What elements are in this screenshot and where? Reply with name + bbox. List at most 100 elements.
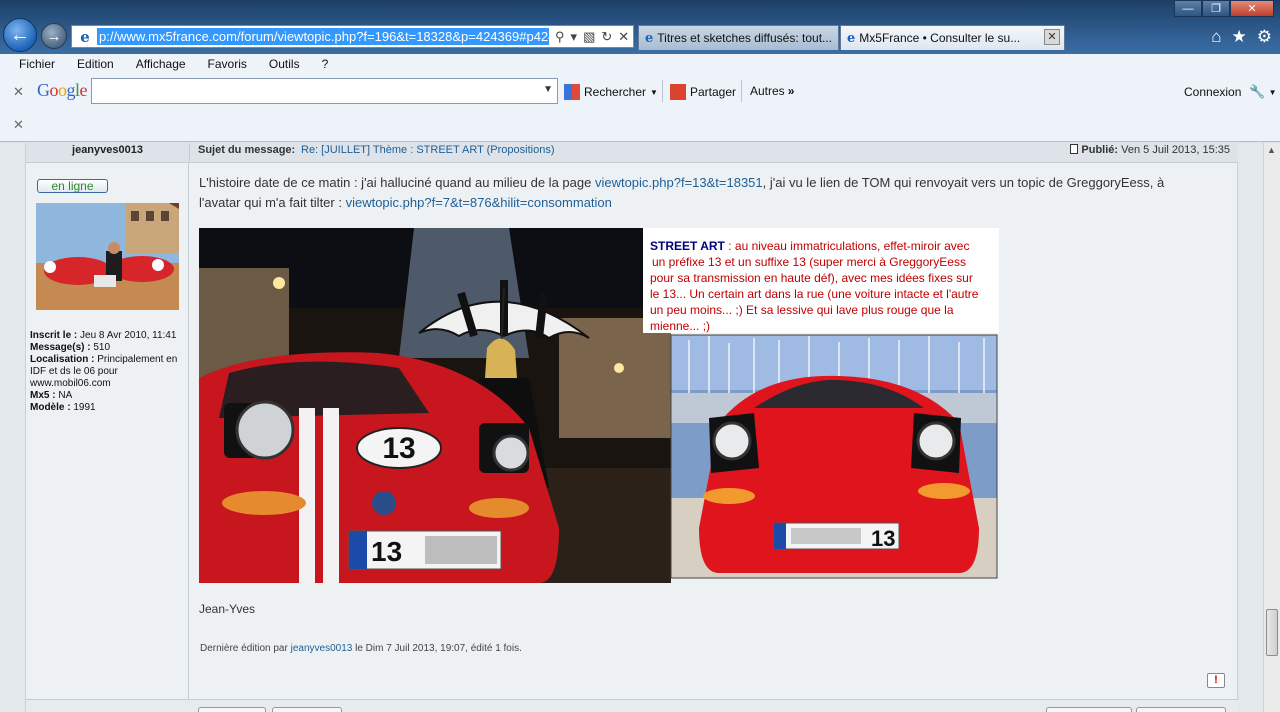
- secondary-toolbar: ✕: [0, 109, 1280, 142]
- close-window-button[interactable]: ✕: [1230, 0, 1274, 17]
- caption-line-5: un peu moins... ;) Et sa lessive qui lav…: [650, 303, 954, 317]
- caption-line-6: mienne... ;): [650, 319, 710, 333]
- tab-title: Titres et sketches diffusés: tout...: [657, 31, 833, 45]
- ie-page-icon: e: [80, 27, 90, 46]
- message-button[interactable]: [272, 707, 342, 712]
- post-image: 13 13 STREET ART : au niveau immatricula…: [199, 228, 999, 583]
- menu-help[interactable]: ?: [322, 57, 329, 71]
- tab-mx5france[interactable]: e Mx5France • Consulter le su... ✕: [840, 25, 1065, 50]
- minimize-button[interactable]: —: [1174, 0, 1202, 17]
- edit-author-link[interactable]: jeanyves0013: [291, 643, 353, 654]
- caption-title: STREET ART: [650, 239, 726, 253]
- share-button-label: Partager: [690, 85, 737, 99]
- subject-label: Sujet du message:: [198, 144, 296, 156]
- tab-titres-sketches[interactable]: e Titres et sketches diffusés: tout...: [638, 25, 839, 50]
- avatar: [36, 203, 179, 310]
- arrow-right-icon: →: [46, 27, 62, 45]
- post-author-name[interactable]: jeanyves0013: [26, 143, 189, 163]
- stop-icon[interactable]: ✕: [618, 29, 629, 45]
- author-column: en ligne Inscrit le: Jeu 8 Avr 2010, 11…: [26, 163, 189, 712]
- plate-left: 13: [371, 536, 402, 567]
- profile-messages-label: Message(s) :: [30, 342, 91, 353]
- wrench-icon[interactable]: 🔧: [1249, 84, 1265, 100]
- browser-titlebar: ← → e p://www.mx5france.com/forum/viewto…: [0, 0, 1280, 54]
- gear-icon[interactable]: ⚙: [1257, 27, 1272, 47]
- chevron-down-icon[interactable]: ▼: [1269, 88, 1277, 97]
- arrow-left-icon: ←: [10, 23, 30, 46]
- toolbar-separator: [741, 80, 742, 102]
- back-button[interactable]: ←: [3, 18, 37, 52]
- url-input[interactable]: p://www.mx5france.com/forum/viewtopic.ph…: [97, 28, 549, 45]
- menu-affichage[interactable]: Affichage: [136, 57, 186, 71]
- compat-view-icon[interactable]: ▧: [583, 29, 595, 45]
- chevron-down-icon[interactable]: ▼: [543, 84, 553, 95]
- subject-link[interactable]: Re: [JUILLET] Thème : STREET ART (Propos…: [301, 143, 555, 157]
- warning-icon: !: [1214, 674, 1218, 686]
- ie-tab-icon: e: [645, 30, 654, 46]
- address-bar[interactable]: e p://www.mx5france.com/forum/viewtopic.…: [71, 25, 634, 48]
- post-body: L'histoire date de ce matin : j'ai hallu…: [199, 173, 1209, 213]
- menu-favoris[interactable]: Favoris: [208, 57, 247, 71]
- browser-right-icons: ⌂ ★ ⚙: [1211, 27, 1272, 47]
- share-button[interactable]: Partager: [670, 84, 736, 100]
- signature: Jean-Yves: [199, 602, 256, 616]
- google-search-input[interactable]: ▼: [91, 78, 558, 104]
- others-button-label: Autres: [750, 84, 785, 98]
- forum-post: jeanyves0013 Sujet du message: Re: [JUIL…: [25, 143, 1238, 712]
- google-search-icon: [564, 84, 580, 100]
- caption-line-2: un préfixe 13 et un suffixe 13 (super me…: [652, 255, 966, 269]
- google-search-button[interactable]: Rechercher ▼: [564, 84, 658, 100]
- profile-button[interactable]: [198, 707, 266, 712]
- post-header: Sujet du message: Re: [JUILLET] Thème : …: [189, 143, 1238, 163]
- favorites-star-icon[interactable]: ★: [1232, 27, 1247, 47]
- caption-line-3: pour sa transmission en haute déf), avec…: [650, 271, 973, 285]
- page-scrollbar[interactable]: ▲: [1263, 143, 1280, 712]
- published-label: Publié:: [1081, 144, 1119, 156]
- search-icon[interactable]: ⚲: [555, 29, 565, 45]
- profile-messages-value: 510: [93, 342, 111, 353]
- google-toolbar: ✕ Google ▼ Rechercher ▼ Partager Autres …: [0, 74, 1280, 109]
- chevron-down-icon: ▼: [650, 87, 658, 97]
- login-button[interactable]: Connexion 🔧 ▼: [1184, 84, 1276, 100]
- profile-mx5-value: NA: [58, 390, 73, 401]
- car-sticker-number: 13: [382, 432, 415, 465]
- home-icon[interactable]: ⌂: [1211, 27, 1221, 47]
- report-button[interactable]: !: [1207, 673, 1225, 688]
- profile-mx5-label: Mx5 :: [30, 390, 56, 401]
- menu-outils[interactable]: Outils: [269, 57, 300, 71]
- close-icon[interactable]: ✕: [13, 84, 24, 100]
- others-button[interactable]: Autres »: [750, 84, 794, 98]
- dropdown-icon[interactable]: ▾: [571, 29, 578, 45]
- online-badge: en ligne: [37, 179, 108, 193]
- double-chevron-right-icon: »: [787, 84, 795, 98]
- document-icon[interactable]: [1070, 144, 1079, 154]
- scroll-up-icon[interactable]: ▲: [1267, 145, 1276, 155]
- ie-tab-icon: e: [847, 30, 856, 46]
- profile-model-label: Modèle :: [30, 402, 71, 413]
- window-controls: — ❐ ✕: [1174, 0, 1274, 17]
- menu-fichier[interactable]: Fichier: [19, 57, 55, 71]
- search-button-label: Rechercher: [584, 85, 647, 99]
- close-tab-button[interactable]: ✕: [1044, 29, 1060, 45]
- body-link-avatar-topic[interactable]: viewtopic.php?f=7&t=876&hilit=consommati…: [346, 195, 612, 210]
- forward-button[interactable]: →: [41, 23, 67, 49]
- body-text-part1: L'histoire date de ce matin : j'ai hallu…: [199, 175, 595, 190]
- close-icon[interactable]: ✕: [13, 117, 24, 133]
- plate-right: 13: [871, 526, 895, 551]
- scroll-thumb[interactable]: [1266, 609, 1278, 656]
- menu-edition[interactable]: Edition: [77, 57, 114, 71]
- edit-note: Dernière édition par jeanyves0013 le Dim…: [200, 643, 522, 654]
- published-date: Ven 5 Juil 2013, 15:35: [1121, 144, 1230, 156]
- tab-title: Mx5France • Consulter le su...: [859, 31, 1021, 45]
- edit-button[interactable]: [1046, 707, 1132, 712]
- profile-registered-label: Inscrit le :: [30, 330, 78, 341]
- edit-note-suffix: le Dim 7 Juil 2013, 19:07, édité 1 fois.: [352, 643, 522, 654]
- toolbar-separator: [662, 80, 663, 102]
- maximize-button[interactable]: ❐: [1202, 0, 1230, 17]
- refresh-icon[interactable]: ↻: [601, 29, 612, 45]
- avatar-image: [36, 203, 179, 310]
- quote-button[interactable]: [1136, 707, 1226, 712]
- body-link-topic[interactable]: viewtopic.php?f=13&t=18351: [595, 175, 763, 190]
- profile-registered-value: Jeu 8 Avr 2010, 11:41: [80, 330, 177, 341]
- edit-note-prefix: Dernière édition par: [200, 643, 291, 654]
